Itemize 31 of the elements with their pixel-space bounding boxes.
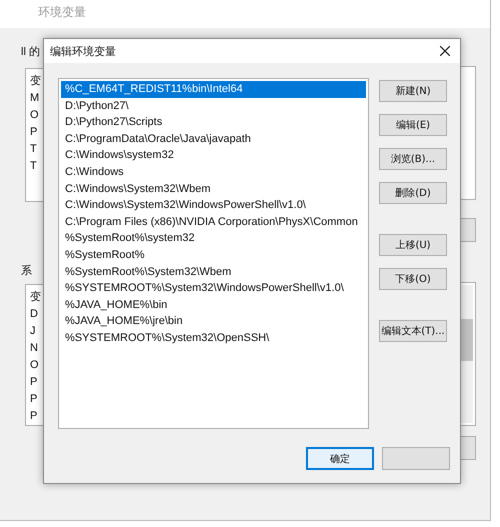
group-label: 系 [21, 264, 32, 278]
path-entry[interactable]: %JAVA_HOME%\bin [61, 296, 366, 314]
dialog-button[interactable]: 编辑文本(T)... [379, 320, 447, 342]
close-icon[interactable] [440, 46, 450, 56]
path-entry[interactable]: %C_EM64T_REDIST11%bin\Intel64 [61, 81, 366, 98]
path-list[interactable] [58, 78, 369, 429]
scrollbar[interactable] [461, 285, 473, 423]
dialog-button[interactable]: 下移(O) [379, 268, 447, 290]
path-entry[interactable]: C:\Windows\system32 [61, 147, 366, 164]
path-entry[interactable]: %JAVA_HOME%\jre\bin [61, 313, 366, 330]
path-entry[interactable]: %SystemRoot% [61, 246, 366, 264]
path-entry[interactable]: C:\Windows [61, 164, 366, 181]
path-entry[interactable]: %SystemRoot%\system32 [61, 230, 366, 247]
path-entry[interactable]: %SystemRoot%\System32\Wbem [61, 264, 366, 280]
path-entry[interactable]: C:\Windows\System32\WindowsPowerShell\v1.0\ [61, 197, 366, 214]
window-title: 环境变量 [0, 0, 490, 28]
path-entry[interactable]: C:\Program Files (x86)\NVIDIA Corporation\PhysX\Common [61, 214, 366, 230]
dialog-button[interactable]: 新建(N) [379, 80, 447, 102]
dialog-button[interactable]: 编辑(E) [379, 114, 447, 136]
path-entry[interactable]: %SYSTEMROOT%\System32\WindowsPowerShell\v1.0\ [61, 280, 366, 297]
path-entry[interactable]: %SYSTEMROOT%\System32\OpenSSH\ [61, 330, 366, 346]
group-label: ll 的 [21, 45, 40, 59]
dialog-button[interactable]: 上移(U) [379, 234, 447, 256]
path-entry[interactable]: C:\Windows\System32\Wbem [61, 180, 366, 198]
dialog-button[interactable]: 删除(D) [379, 182, 447, 204]
dialog-button[interactable]: 浏览(B)... [379, 148, 447, 170]
path-entry[interactable]: C:\ProgramData\Oracle\Java\javapath [61, 130, 366, 148]
path-entry[interactable]: D:\Python27\Scripts [61, 114, 366, 131]
path-entry[interactable]: D:\Python27\ [61, 98, 366, 114]
ok-button[interactable]: 确定 [306, 447, 374, 470]
dialog-title: 编辑环境变量 [50, 44, 116, 58]
